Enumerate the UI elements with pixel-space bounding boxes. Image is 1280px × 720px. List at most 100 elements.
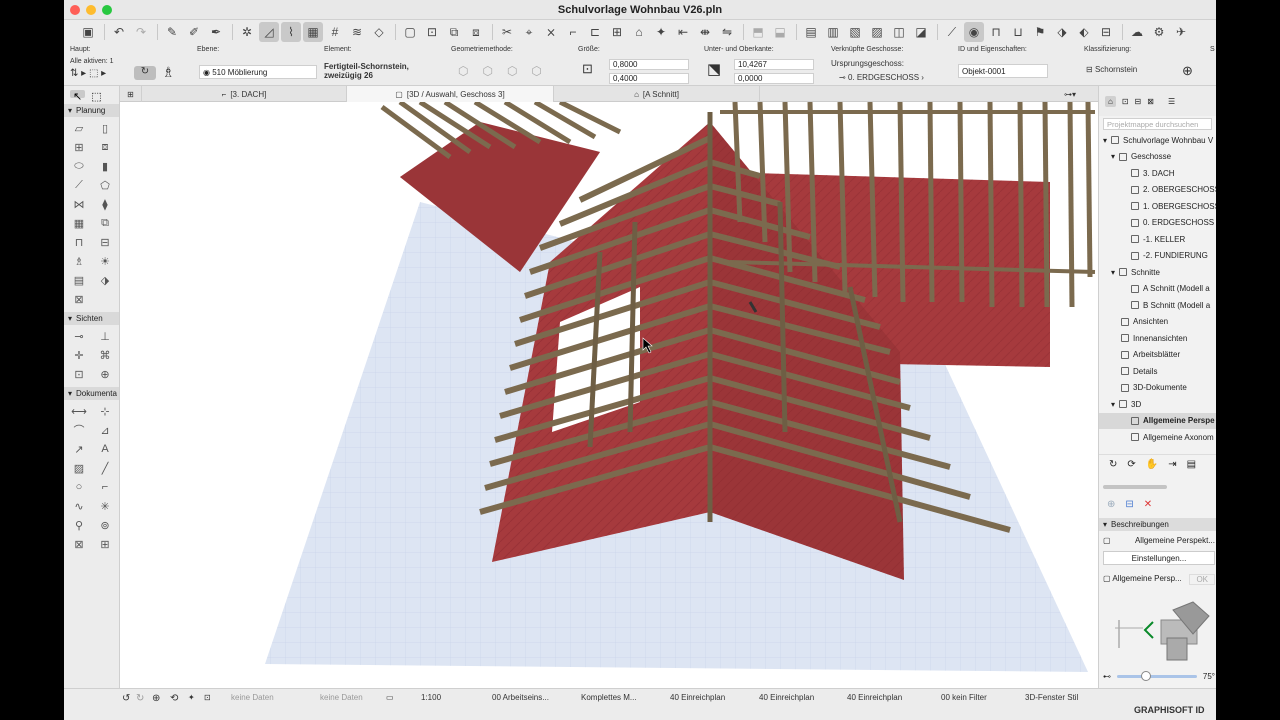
wall-tool-icon[interactable]: ▱ <box>68 119 90 137</box>
override-combo[interactable]: 40 Einreichplan <box>759 693 814 702</box>
circle-tool-icon[interactable]: ○ <box>68 478 90 496</box>
tab-a-schnitt[interactable]: ⌂ [A Schnitt] <box>554 86 760 102</box>
fill-tool-icon[interactable]: ▨ <box>68 459 90 477</box>
polyline-tool-icon[interactable]: ⌐ <box>94 478 116 496</box>
pen-set-combo[interactable]: 40 Einreichplan <box>670 693 725 702</box>
railing-tool-icon[interactable]: ⊓ <box>68 233 90 251</box>
sync-icon[interactable]: ⟳ <box>1127 459 1135 470</box>
mesh-tool-icon[interactable]: ⧫ <box>94 195 116 213</box>
interior-elevation-tool-icon[interactable]: ✛ <box>68 346 90 364</box>
align-icon[interactable]: ⇤ <box>673 22 693 42</box>
tree-item-selected[interactable]: Allgemeine Perspe <box>1099 412 1216 429</box>
window-tool-icon[interactable]: ⊞ <box>68 138 90 156</box>
inject-icon[interactable]: ✒ <box>206 22 226 42</box>
close-window-button[interactable] <box>70 5 80 15</box>
zoom-out-icon[interactable]: ⊷ <box>1103 672 1111 681</box>
minimize-window-button[interactable] <box>86 5 96 15</box>
tree-root[interactable]: ▾ Schulvorlage Wohnbau V <box>1099 132 1216 149</box>
split-icon[interactable]: ✂ <box>497 22 517 42</box>
adjust-icon[interactable]: ⌖ <box>519 22 539 42</box>
flag-icon[interactable]: ⚑ <box>1030 22 1050 42</box>
stair-tool-icon[interactable]: ⧉ <box>94 214 116 232</box>
filter-combo[interactable]: 00 kein Filter <box>941 693 987 702</box>
graphisoft-id-logo[interactable]: GRAPHISOFT ID <box>1134 705 1205 715</box>
tree-item[interactable]: A Schnitt (Modell a <box>1099 281 1216 298</box>
roof-icon[interactable]: ⌂ <box>629 22 649 42</box>
model-view-combo[interactable]: Komplettes M... <box>581 693 637 702</box>
model-view-icon[interactable]: ▧ <box>845 22 865 42</box>
layers-panel-icon[interactable]: ▤ <box>801 22 821 42</box>
update-icon[interactable]: ↻ <box>1109 459 1117 470</box>
zoom-window-button[interactable] <box>102 5 112 15</box>
undo-view-icon[interactable]: ↺ <box>122 693 130 704</box>
tree-item[interactable]: ▾ Geschosse <box>1099 149 1216 166</box>
navigator-scrollbar[interactable] <box>1103 485 1167 489</box>
camera-tool-icon[interactable]: ⌘ <box>94 346 116 364</box>
opening-tool-icon[interactable]: ⬗ <box>94 271 116 289</box>
radial-dimension-tool-icon[interactable]: ⌒ <box>68 421 90 439</box>
arrow-tool-icon[interactable]: ↖ <box>70 90 86 103</box>
lock-icon[interactable]: ⊡ <box>422 22 442 42</box>
worksheet-tool-icon[interactable]: ⊡ <box>68 365 90 383</box>
tree-item[interactable]: Innenansichten <box>1099 330 1216 347</box>
classification-select[interactable]: ⊟ Schornstein <box>1086 65 1137 74</box>
slab-tool-icon[interactable]: ⬭ <box>68 157 90 175</box>
bring-forward-icon[interactable]: ⬒ <box>748 22 768 42</box>
offset-icon[interactable]: ⊏ <box>585 22 605 42</box>
tab-3d-auswahl[interactable]: ▢ [3D / Auswahl, Geschoss 3] <box>347 86 554 102</box>
home-story-select[interactable]: ⊸ 0. ERDGESCHOSS › <box>839 73 924 82</box>
elevation-dimension-tool-icon[interactable]: ⊿ <box>94 421 116 439</box>
trace-icon[interactable]: ◇ <box>369 22 389 42</box>
export-icon[interactable]: ⇥ <box>1168 459 1176 470</box>
save-icon[interactable]: ▣ <box>78 22 98 42</box>
grid-snap-icon[interactable]: ▦ <box>303 22 323 42</box>
pick-up-icon[interactable]: ✐ <box>184 22 204 42</box>
layer-combo[interactable]: 00 Arbeitseins... <box>492 693 549 702</box>
selection-mode-icon[interactable]: ⇅ ▸ ⬚ ▸ <box>70 68 106 79</box>
beam-tool-icon[interactable]: ▮ <box>94 157 116 175</box>
walk-icon[interactable]: ✦ <box>188 693 195 702</box>
angle-slider[interactable] <box>1117 671 1197 681</box>
orbit-icon[interactable]: ⟲ <box>170 693 178 704</box>
tree-item[interactable]: -2. FUNDIERUNG <box>1099 248 1216 265</box>
favorite-chair-icon[interactable]: ♗ <box>162 64 175 81</box>
suspend-groups-icon[interactable]: ⧈ <box>466 22 486 42</box>
view-options-button[interactable]: ⊶▾ <box>1050 86 1090 102</box>
publisher-icon[interactable]: ⊠ <box>1147 97 1154 106</box>
keine-daten-2[interactable]: keine Daten <box>320 693 363 702</box>
group-icon[interactable]: ⧉ <box>444 22 464 42</box>
drawing-tool-icon[interactable]: ⊚ <box>94 516 116 534</box>
help-icon[interactable]: ✈ <box>1171 22 1191 42</box>
3d-viewport[interactable] <box>120 102 1098 688</box>
refresh-icon[interactable]: ↻ <box>134 66 156 80</box>
new-view-icon[interactable]: ⊕ <box>1107 499 1115 510</box>
grid-icon[interactable]: # <box>325 22 345 42</box>
redo-icon[interactable]: ↷ <box>131 22 151 42</box>
view-map-icon[interactable]: ⊡ <box>1122 97 1129 106</box>
settings-icon[interactable]: ⚙ <box>1149 22 1169 42</box>
fit-icon[interactable]: ⊡ <box>204 693 211 702</box>
navigator-preview[interactable] <box>1113 598 1213 668</box>
hotspot-tool-icon[interactable]: ✳ <box>94 497 116 515</box>
publish-icon[interactable]: ⬗ <box>1052 22 1072 42</box>
tree-item[interactable]: Ansichten <box>1099 314 1216 331</box>
3d-style-combo[interactable]: 3D-Fenster Stil <box>1025 693 1078 702</box>
tree-item[interactable]: Allgemeine Axonom <box>1099 429 1216 446</box>
dokumente-header[interactable]: ▾ Dokumenta <box>64 387 119 400</box>
guide-lines-icon[interactable]: ◿ <box>259 22 279 42</box>
tree-item[interactable]: 3. DACH <box>1099 165 1216 182</box>
snap-icon[interactable]: ✲ <box>237 22 257 42</box>
pen-set-icon[interactable]: ▥ <box>823 22 843 42</box>
tree-item[interactable]: 0. ERDGESCHOSS <box>1099 215 1216 232</box>
tree-item[interactable]: B Schnitt (Modell a <box>1099 297 1216 314</box>
level-dimension-tool-icon[interactable]: ⊹ <box>94 402 116 420</box>
partial-structure-icon[interactable]: ◫ <box>889 22 909 42</box>
tree-item[interactable]: 2. OBERGESCHOSS <box>1099 182 1216 199</box>
object-tool-icon[interactable]: ♗ <box>68 252 90 270</box>
top-elevation-field[interactable]: 10,4267 <box>734 59 814 70</box>
teamwork-icon[interactable]: ⬖ <box>1074 22 1094 42</box>
distribute-icon[interactable]: ⇼ <box>695 22 715 42</box>
planung-header[interactable]: ▾ Planung <box>64 104 119 117</box>
lamp-tool-icon[interactable]: ☀ <box>94 252 116 270</box>
tree-item[interactable]: ▾ 3D <box>1099 396 1216 413</box>
